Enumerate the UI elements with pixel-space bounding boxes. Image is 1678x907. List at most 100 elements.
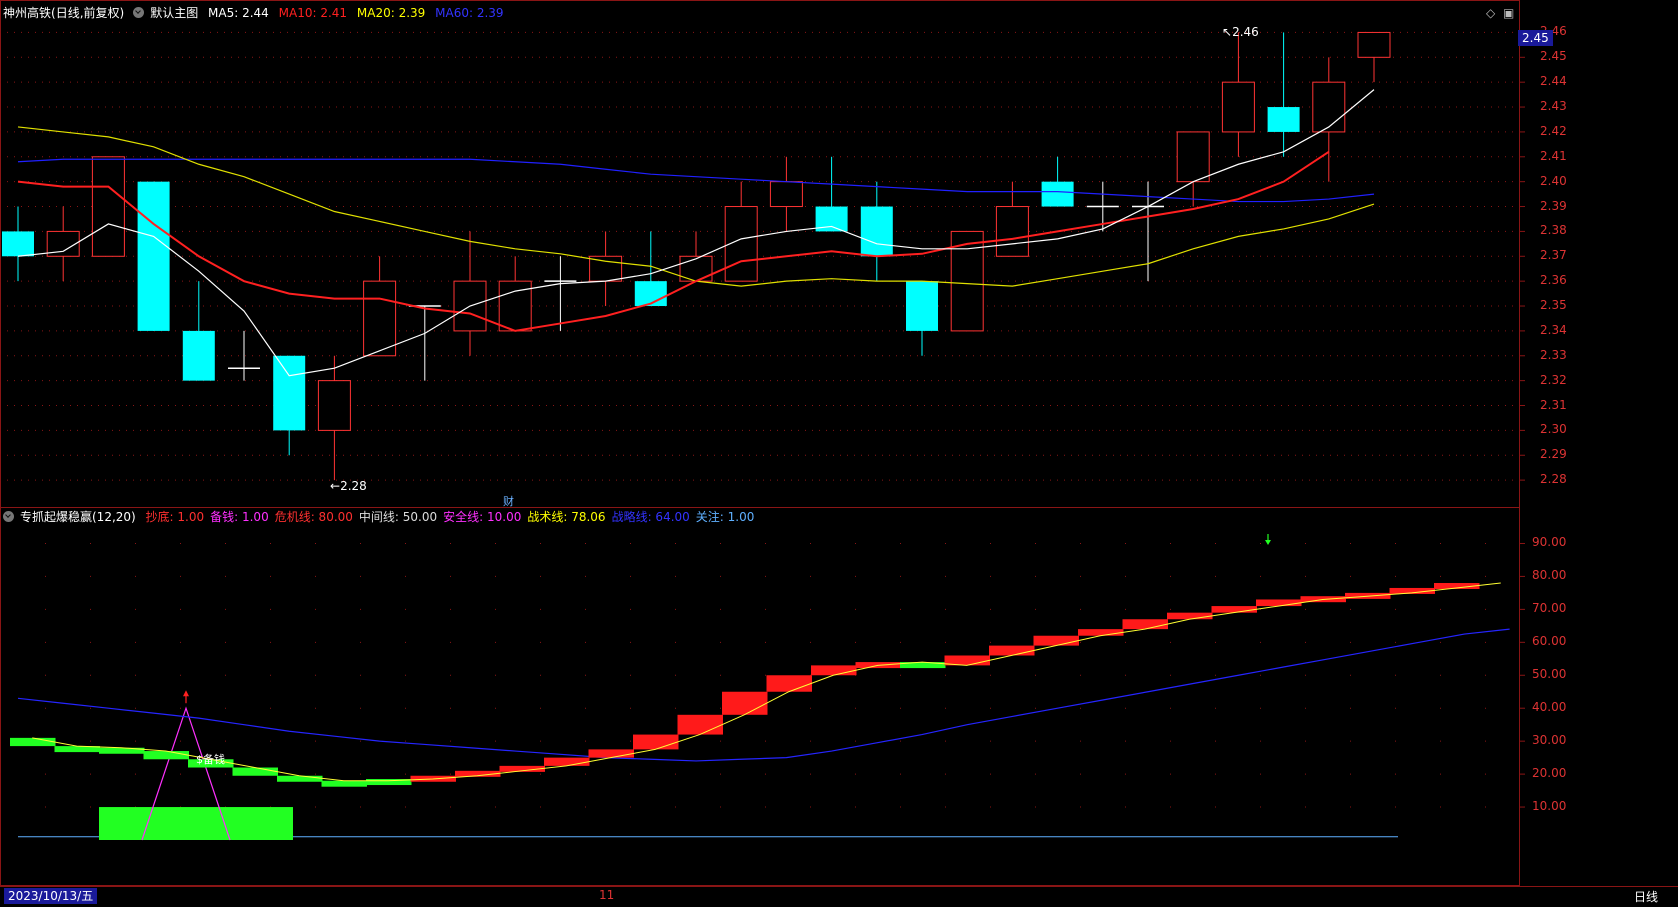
tactical-step-block (811, 665, 857, 676)
price-tick-label: 2.29 (1540, 447, 1567, 462)
chevron-down-icon[interactable] (133, 7, 145, 18)
candle-body (995, 206, 1029, 257)
low-annotation-value: 2.28 (340, 479, 367, 493)
price-tick-label: 2.38 (1540, 223, 1567, 238)
indicator-tick-label: 60.00 (1532, 634, 1567, 649)
price-tick-label: 2.32 (1540, 372, 1567, 387)
candle-body (1176, 131, 1210, 183)
indicator-legend-item: 战术线: 78.06 (527, 510, 606, 524)
low-annotation: ←2.28 (330, 479, 367, 493)
candle-body (363, 280, 397, 357)
indicator-tick-label: 10.00 (1532, 799, 1567, 814)
candle-body (769, 181, 803, 208)
tactical-step-block (1167, 612, 1213, 620)
current-price-tag: 2.45 (1518, 30, 1553, 46)
stock-name: 神州高铁 (3, 6, 52, 20)
candle-body (906, 281, 938, 331)
price-tick-label: 2.35 (1540, 298, 1567, 313)
candle-body (273, 355, 306, 431)
candle-body (1357, 31, 1391, 58)
price-tick-label: 2.42 (1540, 123, 1567, 138)
bottom-band (99, 807, 293, 840)
candle-body (317, 380, 351, 431)
period-mode: (日线,前复权) (51, 6, 125, 20)
price-tick-label: 2.28 (1540, 472, 1567, 487)
price-tick-label: 2.36 (1540, 273, 1567, 288)
candle-body (860, 206, 893, 257)
price-tick-label: 2.37 (1540, 248, 1567, 263)
tactical-step-block (321, 780, 367, 787)
stock-chart-app: 神州高铁(日线,前复权) 默认主图 MA5: 2.44 MA10: 2.41 MA… (0, 0, 1678, 907)
candle-body (1312, 81, 1346, 133)
down-arrow-icon (1265, 540, 1271, 545)
tactical-step-block (677, 714, 723, 735)
tactical-step-block (722, 691, 768, 715)
price-tick-label: 2.30 (1540, 422, 1567, 437)
up-arrow-icon (183, 690, 189, 697)
ma60-line (17, 158, 1375, 203)
tactical-step-block (1256, 599, 1302, 607)
indicator-tick-label: 30.00 (1532, 733, 1567, 748)
month-tick: 11 (599, 888, 615, 902)
candle-body (1267, 107, 1300, 132)
tactical-step-block (588, 749, 634, 758)
tactical-step-block (989, 645, 1035, 656)
time-axis (0, 886, 1678, 907)
indicator-tick-label: 90.00 (1532, 535, 1567, 550)
tactical-step-block (1033, 635, 1079, 646)
cursor-date: 2023/10/13/五 (4, 888, 98, 904)
candle-body (2, 231, 34, 257)
price-tick-label: 2.40 (1540, 173, 1567, 188)
tactical-step-block (143, 751, 189, 760)
candle-body (498, 280, 532, 332)
candle-body (1041, 181, 1074, 207)
candle-body (182, 330, 215, 381)
diamond-icon[interactable]: ◇ (1486, 6, 1495, 20)
ma20-value: MA20: 2.39 (356, 6, 426, 20)
indicator-legend-item: 战略线: 64.00 (611, 510, 690, 524)
indicator-tick-label: 80.00 (1532, 568, 1567, 583)
ma10-value: MA10: 2.41 (278, 6, 348, 20)
indicator-legend-item: 安全线: 10.00 (443, 510, 522, 524)
candle-body (1221, 81, 1255, 133)
candle-body (137, 181, 170, 331)
price-tick-label: 2.44 (1540, 74, 1567, 89)
indicator-legend-item: 关注: 1.00 (695, 510, 755, 524)
window-icon[interactable]: ▣ (1503, 6, 1514, 20)
indicator-tick-label: 20.00 (1532, 766, 1567, 781)
indicator-name[interactable]: 专抓起爆稳赢(12,20) (20, 510, 136, 524)
indicator-legend-item: 备钱: 1.00 (210, 510, 269, 524)
price-tick-label: 2.39 (1540, 198, 1567, 213)
chevron-down-icon[interactable] (3, 511, 14, 522)
tactical-step-block (10, 737, 56, 747)
tactical-step-block (277, 775, 323, 782)
tactical-step-block (1211, 606, 1257, 613)
candle-body (91, 156, 125, 257)
high-annotation: ↖2.46 (1222, 25, 1259, 39)
finance-marker[interactable]: 财 (503, 493, 514, 509)
indicator-legend-item: 中间线: 50.00 (358, 510, 438, 524)
tactical-step-block (232, 767, 278, 776)
price-tick-label: 2.31 (1540, 397, 1567, 412)
tactical-step-block (1078, 629, 1124, 636)
ma60-value: MA60: 2.39 (435, 6, 504, 20)
period-label[interactable]: 日线 (1634, 888, 1658, 905)
chart-canvas[interactable] (0, 0, 1678, 906)
price-tick-label: 2.41 (1540, 148, 1567, 163)
high-annotation-value: 2.46 (1232, 25, 1259, 39)
indicator-tick-label: 40.00 (1532, 700, 1567, 715)
indicator-legend-item: 危机线: 80.00 (274, 510, 353, 524)
candle-body (634, 281, 667, 307)
price-tick-label: 2.33 (1540, 347, 1567, 362)
tactical-step-block (544, 757, 590, 766)
ma5-value: MA5: 2.44 (208, 6, 269, 20)
indicator-legend: 专抓起爆稳赢(12,20) 抄底: 1.00 备钱: 1.00 危机线: 80.00… (0, 508, 760, 526)
tactical-step-block (766, 675, 812, 692)
tactical-step-block (1122, 619, 1168, 630)
indicator-tick-label: 50.00 (1532, 667, 1567, 682)
template-name[interactable]: 默认主图 (150, 6, 198, 20)
ma10-line (17, 150, 1330, 332)
tactical-step-block (633, 734, 679, 750)
main-legend: 神州高铁(日线,前复权) 默认主图 MA5: 2.44 MA10: 2.41 MA… (0, 4, 510, 22)
price-tick-label: 2.34 (1540, 322, 1567, 337)
